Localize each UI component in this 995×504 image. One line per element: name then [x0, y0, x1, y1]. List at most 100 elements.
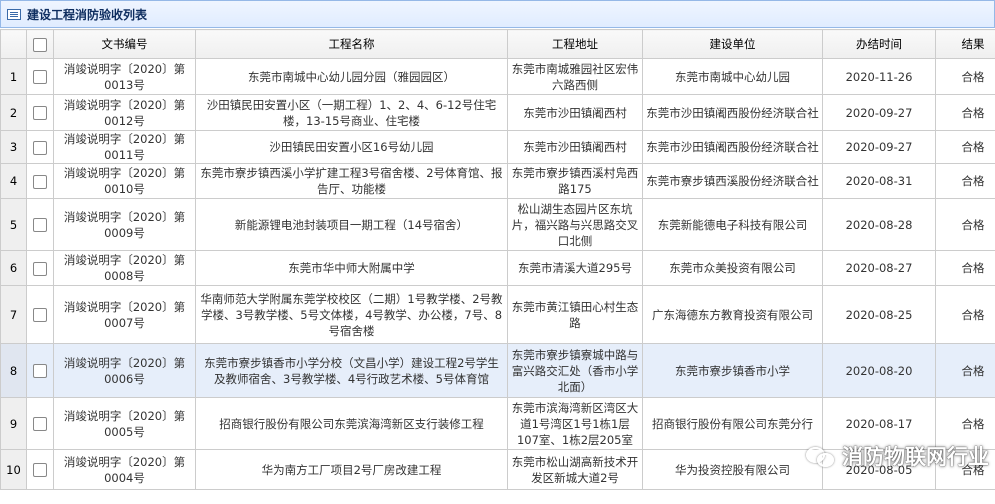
cell-result: 合格 — [935, 285, 995, 344]
cell-name: 东莞市寮步镇香市小学分校（文昌小学）建设工程2号学生及教师宿舍、3号教学楼、4号… — [195, 343, 508, 398]
cell-result: 合格 — [935, 163, 995, 199]
column-header-name[interactable]: 工程名称 — [195, 29, 508, 59]
table-row[interactable]: 4 消竣说明字〔2020〕第0010号 东莞市寮步镇西溪小学扩建工程3号宿舍楼、2号… — [0, 163, 995, 199]
row-number: 2 — [0, 94, 27, 131]
cell-name: 东莞市南城中心幼儿园分园（雅园园区） — [195, 58, 508, 95]
cell-name: 华为南方工厂项目2号厂房改建工程 — [195, 449, 508, 490]
watermark: 消防物联网行业 — [806, 441, 989, 471]
cell-unit: 东莞市寮步镇香市小学 — [642, 343, 823, 398]
column-header-doc-no[interactable]: 文书编号 — [53, 29, 196, 59]
cell-unit: 东莞市寮步镇西溪股份经济联合社 — [642, 163, 823, 199]
cell-date: 2020-09-27 — [822, 130, 936, 164]
cell-address: 东莞市清溪大道295号 — [507, 250, 643, 286]
cell-result: 合格 — [935, 130, 995, 164]
cell-name: 东莞市寮步镇西溪小学扩建工程3号宿舍楼、2号体育馆、报告厅、功能楼 — [195, 163, 508, 199]
cell-unit: 东莞市南城中心幼儿园 — [642, 58, 823, 95]
data-grid: 文书编号 工程名称 工程地址 建设单位 办结时间 结果 1 消竣说明字〔2020〕… — [0, 29, 995, 504]
row-number: 10 — [0, 449, 27, 490]
row-checkbox[interactable] — [26, 198, 54, 251]
row-number: 5 — [0, 198, 27, 251]
cell-unit: 东莞市沙田镇阇西股份经济联合社 — [642, 94, 823, 131]
cell-address: 东莞市黄江镇田心村生态路 — [507, 285, 643, 344]
cell-doc-no: 消竣说明字〔2020〕第0012号 — [53, 94, 196, 131]
panel-title: 建设工程消防验收列表 — [27, 7, 148, 22]
row-checkbox[interactable] — [26, 94, 54, 131]
table-row[interactable]: 2 消竣说明字〔2020〕第0012号 沙田镇民田安置小区（一期工程）1、2、4、6… — [0, 94, 995, 131]
panel-header: 建设工程消防验收列表 — [0, 0, 995, 28]
cell-unit: 招商银行股份有限公司东莞分行 — [642, 397, 823, 450]
cell-unit: 东莞新能德电子科技有限公司 — [642, 198, 823, 251]
cell-name: 东莞市华中师大附属中学 — [195, 250, 508, 286]
row-checkbox[interactable] — [26, 130, 54, 164]
cell-unit: 东莞市沙田镇阇西股份经济联合社 — [642, 130, 823, 164]
table-row[interactable]: 5 消竣说明字〔2020〕第0009号 新能源锂电池封装项目一期工程（14号宿舍）松… — [0, 198, 995, 251]
cell-name: 华南师范大学附属东莞学校校区（二期）1号教学楼、2号教学楼、3号教学楼、5号文体… — [195, 285, 508, 344]
table-row[interactable]: 6 消竣说明字〔2020〕第0008号 东莞市华中师大附属中学 东莞市清溪大道295号… — [0, 250, 995, 286]
row-number-header — [0, 29, 27, 59]
cell-address: 东莞市沙田镇阇西村 — [507, 94, 643, 131]
cell-result: 合格 — [935, 94, 995, 131]
cell-doc-no: 消竣说明字〔2020〕第0010号 — [53, 163, 196, 199]
row-checkbox[interactable] — [26, 163, 54, 199]
cell-doc-no: 消竣说明字〔2020〕第0006号 — [53, 343, 196, 398]
cell-date: 2020-09-27 — [822, 94, 936, 131]
cell-date: 2020-08-28 — [822, 198, 936, 251]
header-row: 文书编号 工程名称 工程地址 建设单位 办结时间 结果 — [0, 29, 995, 59]
column-header-unit[interactable]: 建设单位 — [642, 29, 823, 59]
cell-name: 沙田镇民田安置小区（一期工程）1、2、4、6-12号住宅楼，13-15号商业、住… — [195, 94, 508, 131]
wechat-icon — [806, 445, 836, 467]
row-number: 9 — [0, 397, 27, 450]
row-checkbox[interactable] — [26, 58, 54, 95]
cell-unit: 广东海德东方教育投资有限公司 — [642, 285, 823, 344]
cell-date: 2020-08-27 — [822, 250, 936, 286]
cell-result: 合格 — [935, 198, 995, 251]
cell-address: 东莞市寮步镇寮城中路与富兴路交汇处（香市小学北面） — [507, 343, 643, 398]
row-checkbox[interactable] — [26, 250, 54, 286]
row-checkbox[interactable] — [26, 285, 54, 344]
cell-address: 东莞市滨海湾新区湾区大道1号湾区1号1栋1层107室、1栋2层205室 — [507, 397, 643, 450]
cell-address: 东莞市寮步镇西溪村凫西路175 — [507, 163, 643, 199]
cell-date: 2020-11-26 — [822, 58, 936, 95]
watermark-text: 消防物联网行业 — [842, 445, 989, 469]
cell-address: 东莞市松山湖高新技术开发区新城大道2号 — [507, 449, 643, 490]
cell-address: 东莞市南城雅园社区宏伟六路西侧 — [507, 58, 643, 95]
cell-result: 合格 — [935, 343, 995, 398]
cell-name: 沙田镇民田安置小区16号幼儿园 — [195, 130, 508, 164]
acceptance-table: 文书编号 工程名称 工程地址 建设单位 办结时间 结果 1 消竣说明字〔2020〕… — [0, 29, 995, 490]
row-number: 4 — [0, 163, 27, 199]
list-icon — [7, 8, 21, 20]
cell-doc-no: 消竣说明字〔2020〕第0011号 — [53, 130, 196, 164]
cell-date: 2020-08-20 — [822, 343, 936, 398]
cell-address: 东莞市沙田镇阇西村 — [507, 130, 643, 164]
cell-doc-no: 消竣说明字〔2020〕第0009号 — [53, 198, 196, 251]
cell-address: 松山湖生态园片区东坑片，福兴路与兴思路交叉口北侧 — [507, 198, 643, 251]
cell-doc-no: 消竣说明字〔2020〕第0008号 — [53, 250, 196, 286]
table-row[interactable]: 3 消竣说明字〔2020〕第0011号 沙田镇民田安置小区16号幼儿园 东莞市沙田镇阇… — [0, 130, 995, 164]
table-row[interactable]: 1 消竣说明字〔2020〕第0013号 东莞市南城中心幼儿园分园（雅园园区） 东莞市南… — [0, 58, 995, 95]
row-number: 6 — [0, 250, 27, 286]
column-header-result[interactable]: 结果 — [935, 29, 995, 59]
cell-date: 2020-08-31 — [822, 163, 936, 199]
select-all-checkbox[interactable] — [26, 29, 54, 59]
cell-doc-no: 消竣说明字〔2020〕第0007号 — [53, 285, 196, 344]
cell-result: 合格 — [935, 250, 995, 286]
cell-doc-no: 消竣说明字〔2020〕第0005号 — [53, 397, 196, 450]
column-header-date[interactable]: 办结时间 — [822, 29, 936, 59]
row-checkbox[interactable] — [26, 343, 54, 398]
table-row[interactable]: 7 消竣说明字〔2020〕第0007号 华南师范大学附属东莞学校校区（二期）1号教学… — [0, 285, 995, 344]
cell-doc-no: 消竣说明字〔2020〕第0013号 — [53, 58, 196, 95]
cell-unit: 华为投资控股有限公司 — [642, 449, 823, 490]
cell-doc-no: 消竣说明字〔2020〕第0004号 — [53, 449, 196, 490]
cell-name: 招商银行股份有限公司东莞滨海湾新区支行装修工程 — [195, 397, 508, 450]
row-number: 1 — [0, 58, 27, 95]
row-number: 8 — [0, 343, 27, 398]
row-checkbox[interactable] — [26, 397, 54, 450]
column-header-address[interactable]: 工程地址 — [507, 29, 643, 59]
cell-date: 2020-08-25 — [822, 285, 936, 344]
row-checkbox[interactable] — [26, 449, 54, 490]
table-row[interactable]: 8 消竣说明字〔2020〕第0006号 东莞市寮步镇香市小学分校（文昌小学）建设工程… — [0, 343, 995, 398]
cell-name: 新能源锂电池封装项目一期工程（14号宿舍） — [195, 198, 508, 251]
row-number: 7 — [0, 285, 27, 344]
cell-result: 合格 — [935, 58, 995, 95]
cell-unit: 东莞市众美投资有限公司 — [642, 250, 823, 286]
